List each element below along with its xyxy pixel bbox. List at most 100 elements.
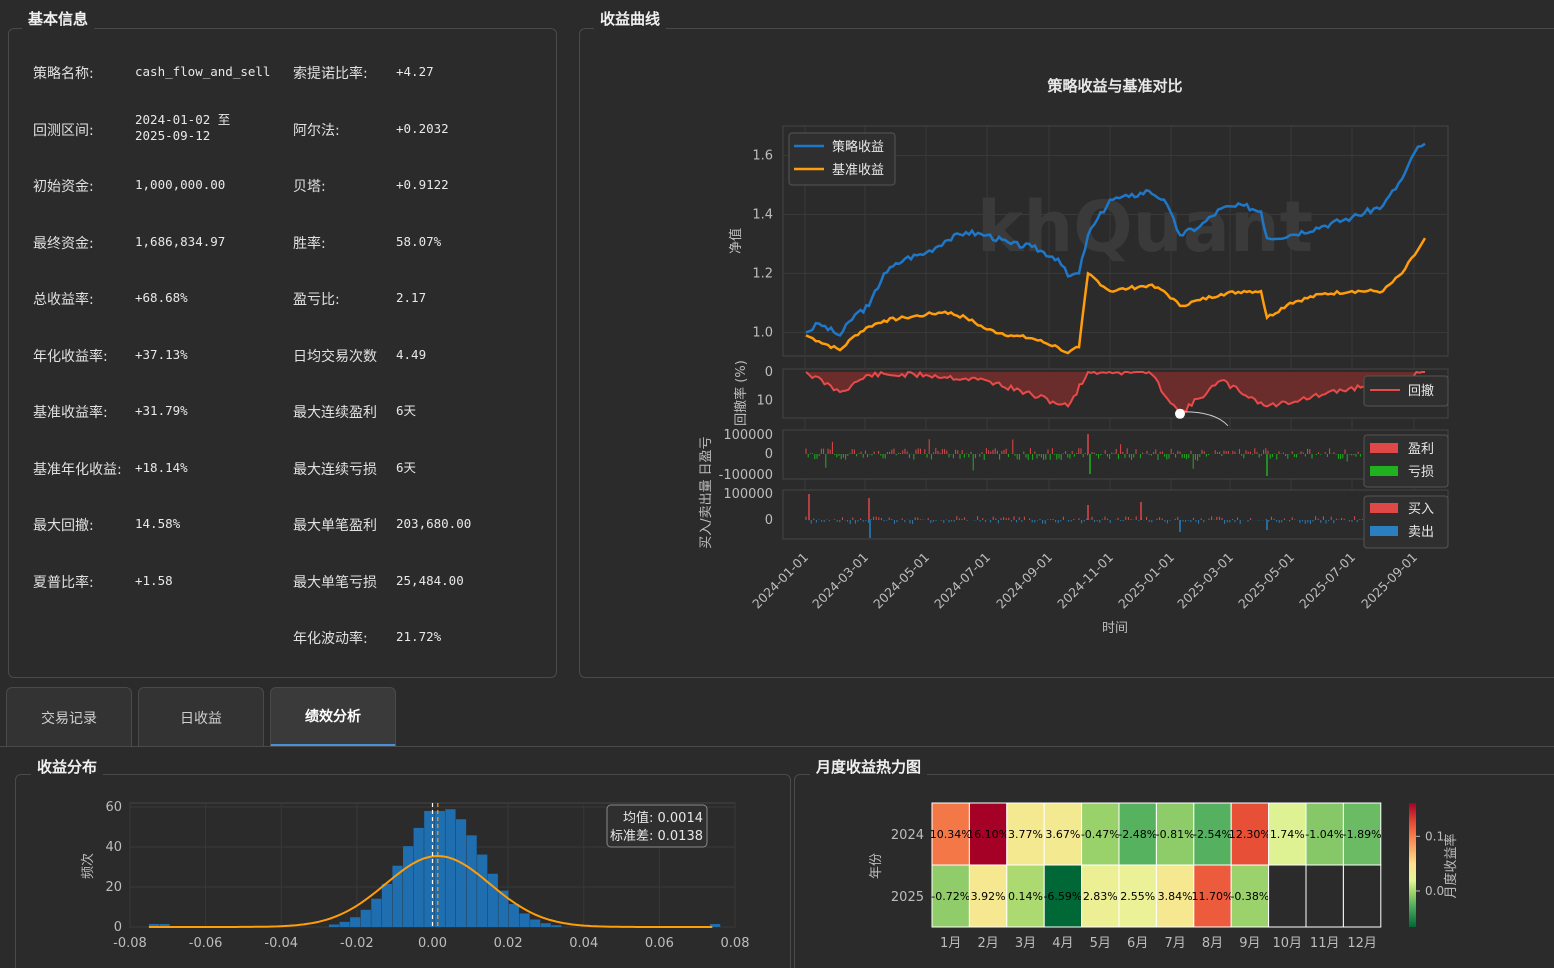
hist-bar bbox=[530, 919, 541, 927]
stat-label: 最终资金: bbox=[33, 235, 94, 252]
heatmap-cell-label: -0.47% bbox=[1081, 828, 1120, 841]
colorbar bbox=[1409, 803, 1416, 927]
heatmap-col-label: 4月 bbox=[1052, 936, 1073, 951]
stat-label: 夏普比率: bbox=[33, 574, 94, 591]
pnl-legend-label: 亏损 bbox=[1408, 465, 1434, 480]
heatmap-cell-label: 3.92% bbox=[971, 890, 1006, 903]
pnl-legend-swatch bbox=[1370, 443, 1398, 453]
hist-mean-label: 均值: 0.0014 bbox=[623, 810, 703, 826]
heatmap-cell-label: 11.70% bbox=[1192, 890, 1234, 903]
heatmap-cell-label: -6.59% bbox=[1043, 890, 1082, 903]
tab-1[interactable]: 日收益 bbox=[138, 687, 264, 747]
pnl-tick-label: 0 bbox=[765, 447, 773, 462]
stat-value: 2024-01-02 至 2025-09-12 bbox=[135, 111, 231, 143]
heatmap-row-label: 2024 bbox=[891, 828, 924, 843]
stat-value: 58.07% bbox=[396, 233, 442, 249]
stat-label: 年化收益率: bbox=[33, 348, 108, 365]
hist-bar bbox=[498, 890, 509, 927]
stat-value: 6天 bbox=[396, 403, 417, 418]
stat-value: 203,680.00 bbox=[396, 516, 472, 531]
stat-label: 初始资金: bbox=[33, 179, 94, 195]
x-tick-label: 2024-09-01 bbox=[993, 550, 1055, 612]
stat-label: 基准收益率: bbox=[33, 405, 108, 421]
heatmap-cell-label: -0.38% bbox=[1230, 890, 1269, 903]
stat-value: +0.9122 bbox=[396, 177, 449, 192]
hist-bar bbox=[328, 924, 340, 927]
x-tick-label: 2024-11-01 bbox=[1054, 550, 1116, 612]
x-tick-label: 2025-07-01 bbox=[1296, 550, 1358, 612]
heatmap-cell bbox=[1342, 864, 1382, 928]
colorbar-tick-label: 0.0 bbox=[1425, 884, 1444, 898]
hist-bar bbox=[339, 921, 350, 927]
stat-value: +18.14% bbox=[135, 459, 188, 475]
heatmap-cell-label: 3.67% bbox=[1045, 828, 1080, 841]
pnl-tick-label: 100000 bbox=[723, 428, 773, 443]
heatmap-col-label: 10月 bbox=[1273, 936, 1303, 951]
colorbar-tick-label: 0.1 bbox=[1425, 829, 1444, 843]
tab-2[interactable]: 绩效分析 bbox=[270, 687, 396, 747]
basic-info-title: 基本信息 bbox=[22, 8, 95, 29]
legend-label: 基准收益 bbox=[832, 163, 884, 178]
x-axis-label: 时间 bbox=[1102, 621, 1128, 636]
x-tick-label: 2024-05-01 bbox=[870, 550, 932, 612]
hist-x-tick: -0.02 bbox=[340, 936, 374, 951]
distribution-title: 收益分布 bbox=[31, 756, 104, 777]
hist-x-tick: 0.04 bbox=[569, 936, 598, 951]
x-tick-label: 2024-03-01 bbox=[809, 550, 871, 612]
stat-label: 最大回撤: bbox=[33, 518, 94, 534]
return-histogram: 0 20 40 60 -0.08 -0.06 -0.04 -0.02 0.00 0.02 0.04 0… bbox=[80, 800, 750, 951]
stat-value: 25,484.00 bbox=[396, 572, 464, 588]
max-drawdown-marker bbox=[1175, 408, 1185, 419]
hist-x-tick: 0.08 bbox=[721, 936, 750, 951]
stat-label: 回测区间: bbox=[33, 122, 94, 139]
hist-x-tick: 0.06 bbox=[645, 936, 674, 951]
stat-value: 1,000,000.00 bbox=[135, 177, 226, 192]
stat-label: 贝塔: bbox=[293, 179, 326, 195]
drawdown-tick-label: 0 bbox=[765, 365, 773, 380]
heatmap-title: 月度收益热力图 bbox=[810, 756, 928, 777]
hist-bar bbox=[371, 898, 382, 927]
hist-bar bbox=[455, 819, 467, 927]
stat-value: 1,686,834.97 bbox=[135, 233, 226, 249]
heatmap-col-label: 5月 bbox=[1090, 936, 1111, 951]
tab-0[interactable]: 交易记录 bbox=[6, 687, 132, 747]
heatmap-col-label: 6月 bbox=[1127, 936, 1148, 951]
hist-y-tick: 0 bbox=[114, 920, 122, 935]
hist-bar bbox=[445, 809, 456, 927]
curve-panel-title: 收益曲线 bbox=[594, 8, 667, 29]
stat-label: 最大连续盈利 bbox=[293, 405, 377, 421]
hist-bar bbox=[477, 854, 488, 927]
volume-tick-label: 0 bbox=[765, 513, 773, 528]
heatmap-cell-label: -2.54% bbox=[1193, 828, 1232, 841]
equity-curve-chart: 策略收益与基准对比 khQuant1.01.21.41.62024-01-012… bbox=[699, 77, 1449, 636]
heatmap-cell-label: 0.14% bbox=[1008, 890, 1043, 903]
heatmap-col-label: 2月 bbox=[977, 936, 998, 951]
hist-bar bbox=[551, 925, 562, 927]
stat-label: 日均交易次数 bbox=[293, 348, 377, 365]
stat-value: +1.58 bbox=[135, 572, 173, 588]
stat-label: 盈亏比: bbox=[293, 292, 340, 308]
hist-bar bbox=[360, 909, 371, 927]
stat-value: +0.2032 bbox=[396, 120, 449, 136]
heatmap-cell-label: 2.55% bbox=[1120, 890, 1155, 903]
legend-label: 策略收益 bbox=[832, 139, 884, 155]
hist-bar bbox=[413, 827, 424, 927]
x-tick-label: 2024-01-01 bbox=[749, 550, 811, 612]
heatmap-cell-label: -2.48% bbox=[1118, 828, 1157, 841]
heatmap-cell-label: -0.72% bbox=[931, 890, 970, 903]
stat-label: 基准年化收益: bbox=[33, 461, 122, 478]
stat-value: cash_flow_and_sell bbox=[135, 64, 271, 79]
heatmap-cell bbox=[1268, 864, 1307, 928]
drawdown-tick-label: 10 bbox=[756, 394, 773, 409]
heatmap-cell-label: 12.30% bbox=[1229, 828, 1271, 841]
hist-bar bbox=[508, 903, 520, 927]
hist-y-tick: 20 bbox=[105, 880, 122, 895]
stat-label: 年化波动率: bbox=[293, 631, 368, 647]
stat-label: 最大连续亏损 bbox=[293, 461, 377, 478]
hist-bar bbox=[540, 923, 551, 927]
stat-value: 14.58% bbox=[135, 516, 181, 531]
pnl-tick-label: -100000 bbox=[719, 468, 773, 483]
heatmap-cell-label: -1.04% bbox=[1305, 828, 1344, 841]
tab-content-border bbox=[0, 746, 1554, 747]
stat-value: 2.17 bbox=[396, 290, 427, 305]
